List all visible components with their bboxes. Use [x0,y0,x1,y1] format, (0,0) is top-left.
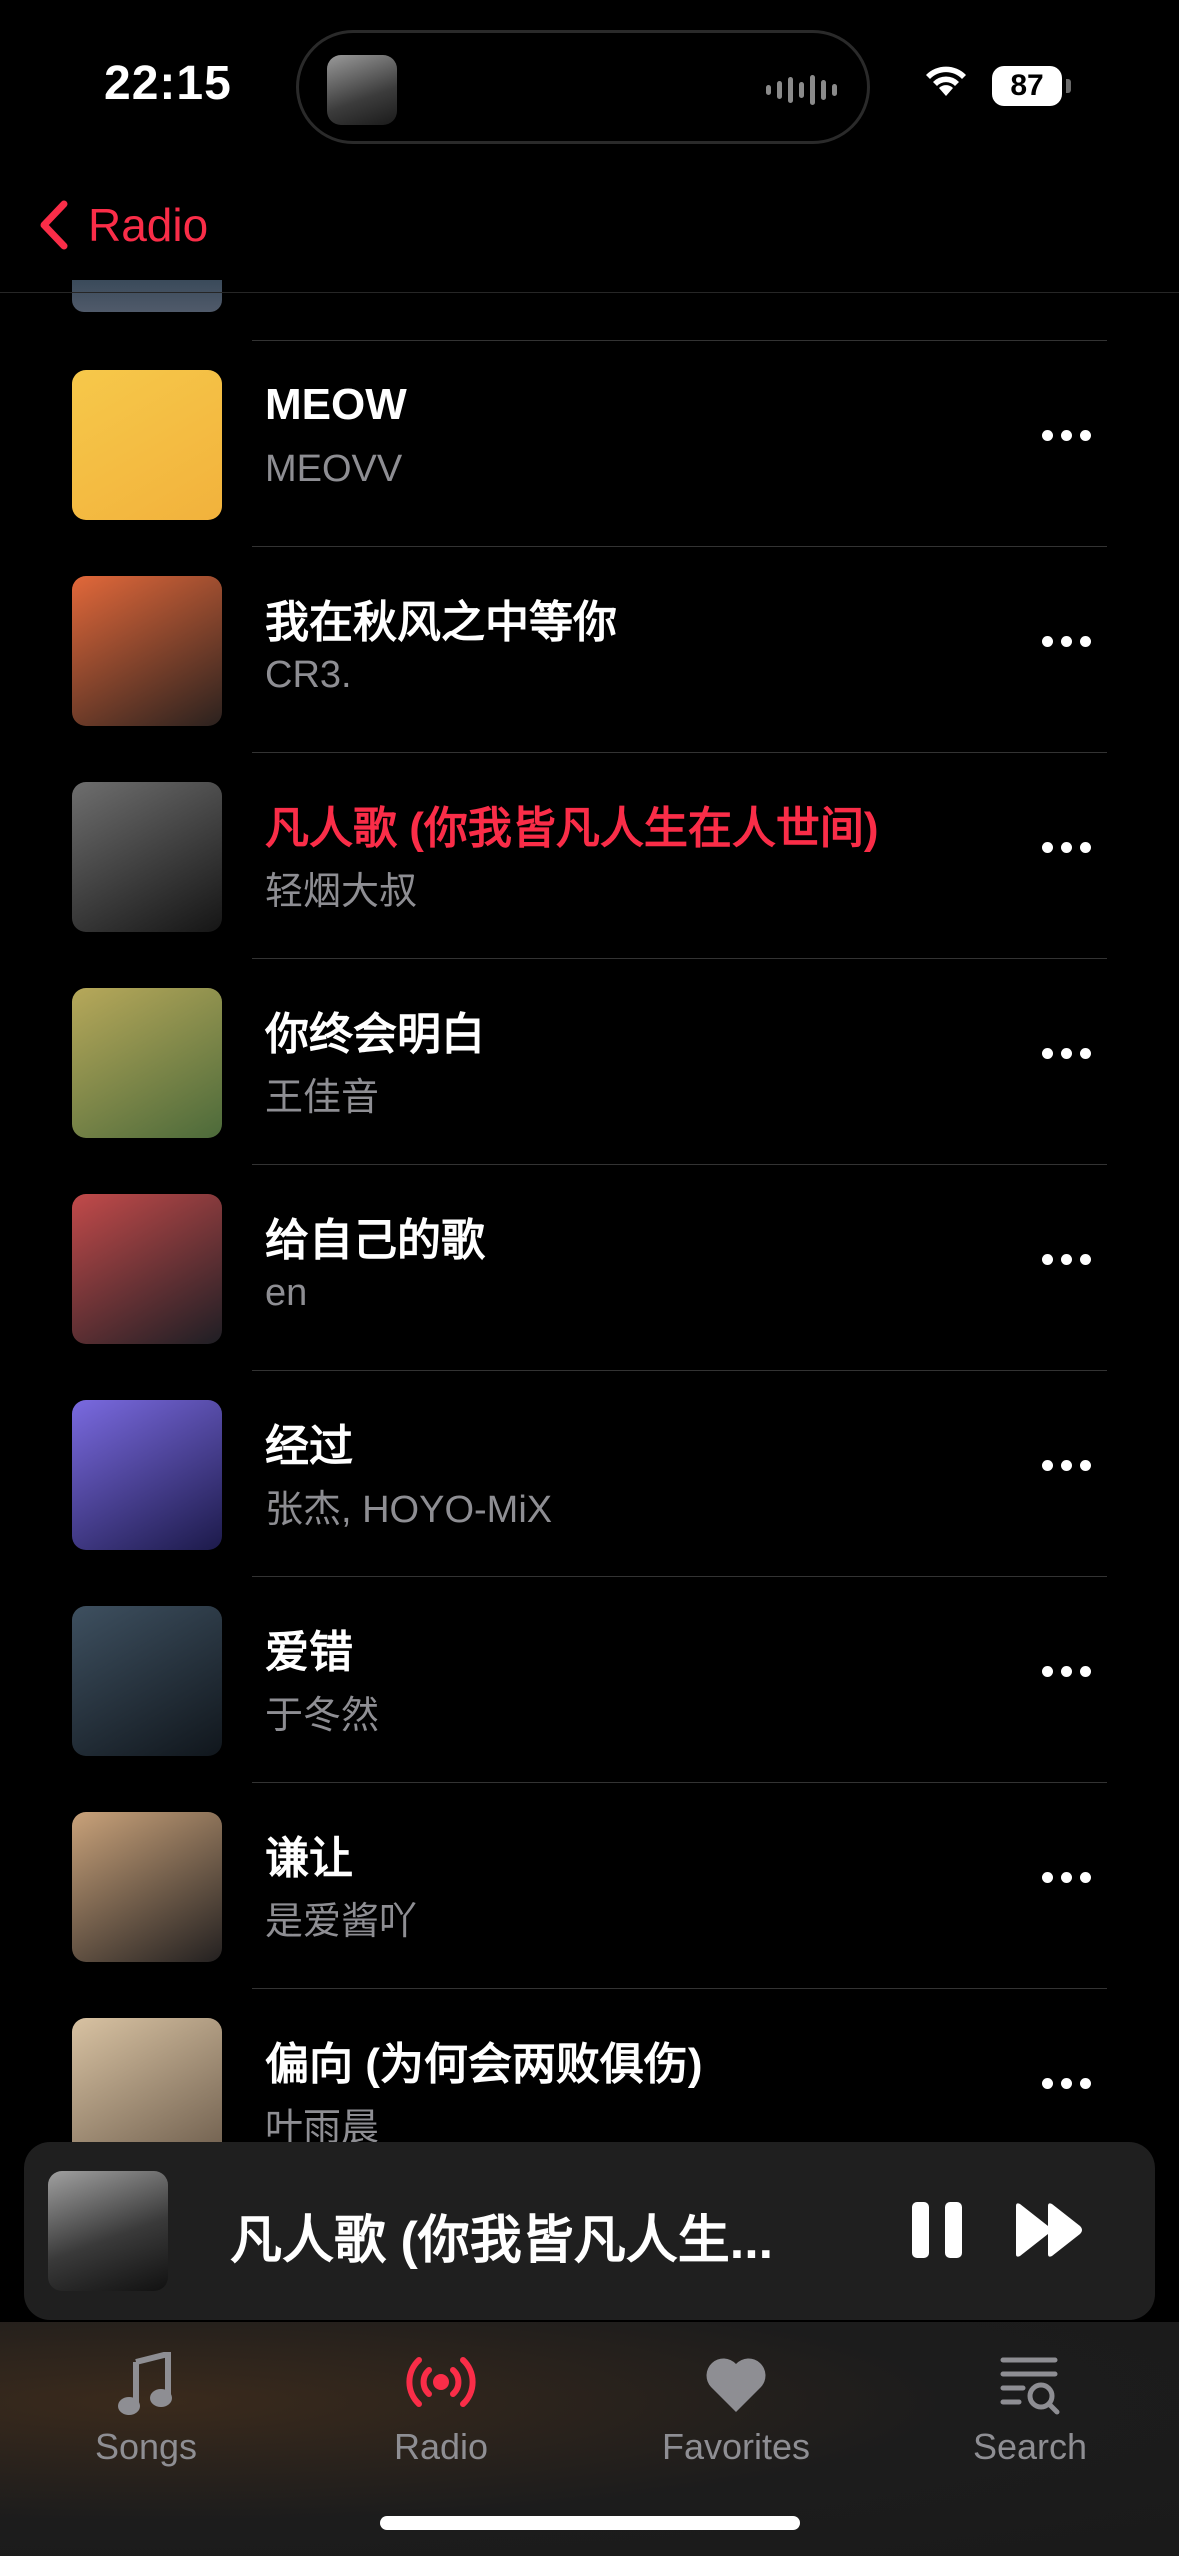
ellipsis-icon [1042,1872,1053,1883]
status-bar: 22:15 87 [0,0,1179,170]
radio-broadcast-icon [406,2357,476,2407]
album-art [72,1194,222,1344]
nav-divider [0,292,1179,293]
song-title: 给自己的歌 [265,1216,485,1265]
tab-search[interactable]: Search [900,2352,1160,2468]
pause-icon [912,2202,929,2258]
song-row[interactable]: 给自己的歌 en [0,1164,1179,1370]
album-art [72,576,222,726]
more-options-button[interactable] [1042,1048,1091,1059]
ellipsis-icon [1042,1048,1053,1059]
dynamic-island[interactable] [296,30,870,144]
more-options-button[interactable] [1042,842,1091,853]
row-separator [252,1782,1107,1783]
album-art [72,1400,222,1550]
status-time: 22:15 [104,57,232,110]
tab-songs[interactable]: Songs [16,2352,276,2468]
music-note-icon [118,2352,172,2415]
song-artist: 是爱酱吖 [265,1901,418,1943]
more-options-button[interactable] [1042,1666,1091,1677]
song-row[interactable]: MEOW MEOVV [0,340,1179,546]
mini-player[interactable]: 凡人歌 (你我皆凡人生... [24,2142,1155,2320]
back-button[interactable]: Radio [24,190,208,260]
battery-indicator: 87 [992,66,1071,106]
album-art [72,1812,222,1962]
fast-forward-icon [1016,2203,1082,2257]
album-art-partial [72,280,222,312]
row-separator [252,1370,1107,1371]
ellipsis-icon [1042,1460,1053,1471]
search-list-icon [1000,2357,1060,2415]
song-artist: 张杰, HOYO-MiX [265,1489,553,1531]
song-title: 爱错 [265,1628,353,1677]
home-indicator [380,2516,800,2530]
ellipsis-icon [1042,2078,1053,2089]
album-art [72,1606,222,1756]
tab-radio[interactable]: Radio [311,2352,571,2468]
song-artist: 于冬然 [265,1695,380,1737]
tab-favorites[interactable]: Favorites [606,2352,866,2468]
song-artist: MEOVV [265,448,403,490]
mini-player-album-art [48,2171,168,2291]
more-options-button[interactable] [1042,1872,1091,1883]
song-title: 偏向 (为何会两败俱伤) [265,2040,703,2089]
island-album-art [327,55,397,125]
ellipsis-icon [1042,842,1053,853]
fast-forward-button[interactable] [1014,2202,1086,2258]
song-row[interactable]: 凡人歌 (你我皆凡人生在人世间) 轻烟大叔 [0,752,1179,958]
tab-label: Radio [393,2426,489,2467]
song-title: 你终会明白 [265,1010,485,1059]
row-separator [252,1164,1107,1165]
waveform-icon [766,73,837,107]
mini-player-title: 凡人歌 (你我皆凡人生... [230,2212,774,2270]
more-options-button[interactable] [1042,1254,1091,1265]
song-artist: 轻烟大叔 [265,871,418,913]
song-artist: CR3. [265,654,352,696]
heart-icon [706,2358,766,2412]
chevron-left-icon [40,200,68,250]
row-separator [252,1576,1107,1577]
ellipsis-icon [1042,1666,1053,1677]
row-separator [252,752,1107,753]
song-row[interactable]: 你终会明白 王佳音 [0,958,1179,1164]
more-options-button[interactable] [1042,430,1091,441]
ellipsis-icon [1042,636,1053,647]
tab-label: Search [972,2426,1088,2467]
song-row[interactable]: 我在秋风之中等你 CR3. [0,546,1179,752]
more-options-button[interactable] [1042,636,1091,647]
song-title: 谦让 [265,1834,353,1883]
row-separator [252,546,1107,547]
song-row[interactable]: 爱错 于冬然 [0,1576,1179,1782]
row-separator [252,1988,1107,1989]
row-separator [252,340,1107,341]
pause-button[interactable] [912,2202,962,2258]
song-row[interactable]: 谦让 是爱酱吖 [0,1782,1179,1988]
song-title: 我在秋风之中等你 [265,598,617,647]
song-row[interactable]: 经过张杰, HOYO-MiX [0,1370,1179,1576]
wifi-icon [926,66,966,96]
ellipsis-icon [1042,1254,1053,1265]
battery-level: 87 [1010,69,1044,102]
album-art [72,988,222,1138]
more-options-button[interactable] [1042,2078,1091,2089]
song-artist: 王佳音 [265,1077,380,1119]
song-title: MEOW [265,380,407,429]
ellipsis-icon [1042,430,1053,441]
song-artist: en [265,1272,308,1314]
tab-label: Favorites [661,2426,811,2467]
album-art [72,370,222,520]
more-options-button[interactable] [1042,1460,1091,1471]
album-art [72,782,222,932]
song-title: 经过 [265,1422,353,1471]
song-title: 凡人歌 (你我皆凡人生在人世间) [265,804,879,853]
row-separator [252,958,1107,959]
back-label: Radio [88,199,209,251]
tab-label: Songs [94,2426,198,2467]
